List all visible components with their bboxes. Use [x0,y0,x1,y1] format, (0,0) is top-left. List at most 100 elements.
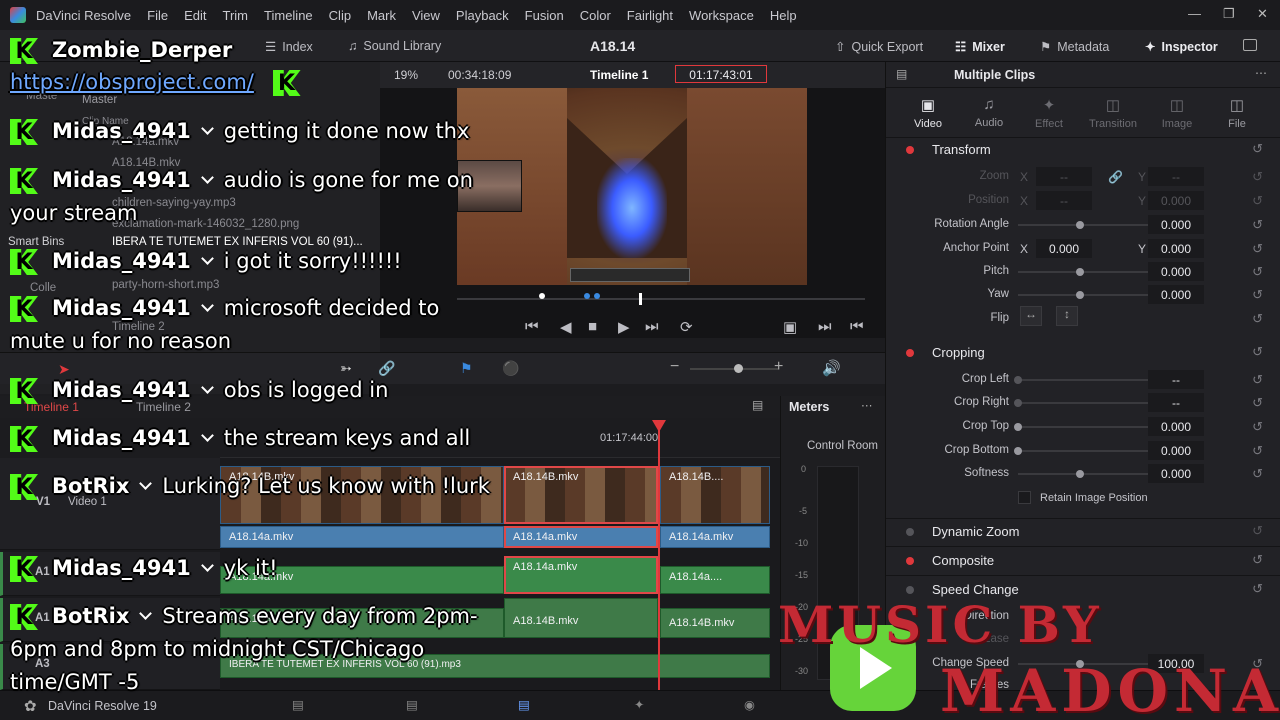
close-icon[interactable]: ✕ [1257,6,1268,22]
reset-icon[interactable]: ↺ [1252,264,1263,280]
slider-knob[interactable] [1076,291,1084,299]
stop-icon[interactable]: ■ [588,318,597,335]
fullscreen-icon[interactable] [1243,39,1257,51]
reset-icon[interactable]: ↺ [1252,419,1263,435]
chat-link[interactable]: https://obsproject.com/ K [10,66,500,99]
minimize-icon[interactable]: — [1188,6,1201,21]
slider-knob[interactable] [1014,423,1022,431]
panel-layout-icon[interactable]: ▤ [896,67,907,81]
menu-file[interactable]: File [147,8,168,23]
edit-page-icon[interactable]: ▤ [518,697,530,712]
speaker-icon[interactable]: 🔊 [822,359,841,377]
loop-icon[interactable]: ⟳ [680,318,693,336]
reset-icon[interactable]: ↺ [1252,466,1263,482]
play-reverse-icon[interactable]: ◀ [560,318,572,336]
reset-icon[interactable]: ↺ [1252,552,1263,568]
reset-icon[interactable]: ↺ [1252,344,1263,360]
go-to-start-icon[interactable]: ⏮ [525,318,539,335]
maximize-icon[interactable]: ❐ [1223,6,1235,22]
cut-page-icon[interactable]: ▤ [406,697,418,712]
flip-horizontal-icon[interactable]: ↔ [1020,306,1042,326]
play-icon[interactable]: ▶ [618,318,630,336]
audio-clip[interactable]: A18.14B.mkv [504,598,658,638]
fusion-page-icon[interactable]: ✦ [634,697,644,712]
timeline-options-icon[interactable]: ▤ [752,398,763,412]
timeline-selector[interactable]: Timeline 1 [590,68,648,82]
enable-toggle[interactable] [906,349,914,357]
tab-image[interactable]: ◫ Image [1147,96,1207,130]
next-clip-icon[interactable]: ⏭ [818,318,832,335]
enable-toggle[interactable] [906,557,914,565]
zoom-y-field[interactable]: -- [1148,167,1204,186]
menu-color[interactable]: Color [580,8,611,23]
audio-clip[interactable]: A18.14B.mkv [660,608,770,638]
crop-bottom-field[interactable]: 0.000 [1148,441,1204,460]
anchor-y-field[interactable]: 0.000 [1148,239,1204,258]
more-options-icon[interactable]: ⋯ [861,398,873,412]
tab-transition[interactable]: ◫ Transition [1083,96,1143,130]
menu-mark[interactable]: Mark [367,8,396,23]
slider-knob[interactable] [1014,447,1022,455]
section-transform[interactable]: Transform ↺ [886,138,1280,162]
menu-timeline[interactable]: Timeline [264,8,313,23]
slider-knob[interactable] [1076,221,1084,229]
menu-trim[interactable]: Trim [223,8,249,23]
audio-clip[interactable]: A18.14a.mkv [504,556,658,594]
color-page-icon[interactable]: ◉ [744,697,755,712]
reset-icon[interactable]: ↺ [1252,311,1263,327]
reset-icon[interactable]: ↺ [1252,193,1263,209]
zoom-slider-knob[interactable] [734,364,743,373]
menu-view[interactable]: View [412,8,440,23]
match-frame-icon[interactable]: ▣ [783,318,797,336]
reset-icon[interactable]: ↺ [1252,241,1263,257]
slider-knob[interactable] [1076,268,1084,276]
pitch-field[interactable]: 0.000 [1148,262,1204,281]
marker-icon[interactable]: ⚫ [502,360,519,377]
zoom-in-icon[interactable]: + [774,358,783,376]
enable-toggle[interactable] [906,146,914,154]
yaw-field[interactable]: 0.000 [1148,285,1204,304]
menu-clip[interactable]: Clip [329,8,351,23]
tab-file[interactable]: ◫ File [1207,96,1267,130]
reset-icon[interactable]: ↺ [1252,372,1263,388]
playhead[interactable] [658,426,660,690]
menu-playback[interactable]: Playback [456,8,509,23]
crop-top-field[interactable]: 0.000 [1148,417,1204,436]
reset-icon[interactable]: ↺ [1252,395,1263,411]
audio-clip[interactable]: A18.14a.... [660,566,770,594]
reset-icon[interactable]: ↺ [1252,169,1263,185]
menu-edit[interactable]: Edit [184,8,206,23]
mixer-button[interactable]: ☷ Mixer [955,39,1005,55]
softness-field[interactable]: 0.000 [1148,464,1204,483]
reset-icon[interactable]: ↺ [1252,523,1263,539]
menu-workspace[interactable]: Workspace [689,8,754,23]
more-options-icon[interactable]: ⋯ [1255,66,1267,80]
section-cropping[interactable]: Cropping ↺ [886,341,1280,365]
video-clip[interactable]: A18.14B.... [660,466,770,524]
enable-toggle[interactable] [906,528,914,536]
video-clip[interactable]: A18.14a.mkv [504,526,658,548]
reset-icon[interactable]: ↺ [1252,217,1263,233]
tab-effect[interactable]: ✦ Effect [1019,96,1079,130]
inspector-button[interactable]: ✦ Inspector [1145,39,1218,55]
zoom-out-icon[interactable]: − [670,358,679,376]
video-clip[interactable]: A18.14a.mkv [660,526,770,548]
menu-fairlight[interactable]: Fairlight [627,8,673,23]
reset-icon[interactable]: ↺ [1252,443,1263,459]
previous-clip-icon[interactable]: ⏮ [850,318,864,335]
retain-position-checkbox[interactable] [1018,491,1031,504]
slider-knob[interactable] [1014,376,1022,384]
crop-left-field[interactable]: -- [1148,370,1204,389]
slider-knob[interactable] [1076,470,1084,478]
section-composite[interactable]: Composite ↺ [886,549,1280,573]
tab-audio[interactable]: ♫ Audio [959,96,1019,129]
anchor-x-field[interactable]: 0.000 [1036,239,1092,258]
menu-help[interactable]: Help [770,8,797,23]
position-y-field[interactable]: 0.000 [1148,191,1204,210]
viewer-scrubber[interactable] [457,293,865,307]
scrub-playhead[interactable] [639,293,642,305]
menu-fusion[interactable]: Fusion [525,8,564,23]
metadata-button[interactable]: ⚑ Metadata [1040,39,1109,55]
quick-export-button[interactable]: ⇧ Quick Export [835,39,923,55]
rotation-field[interactable]: 0.000 [1148,215,1204,234]
